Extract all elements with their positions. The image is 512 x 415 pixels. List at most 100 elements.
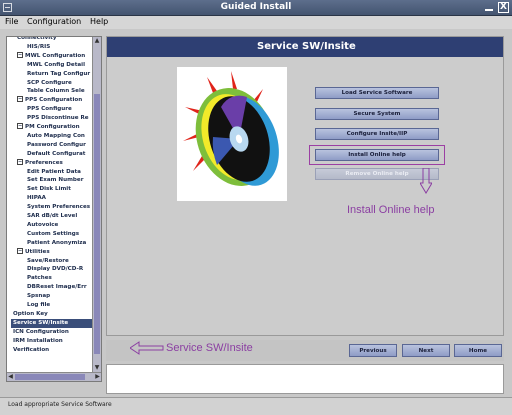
close-icon[interactable]: X: [498, 2, 509, 13]
tree-item[interactable]: PPS Configure: [27, 105, 72, 114]
tree-item[interactable]: PPS Discontinue Re: [27, 114, 89, 123]
tree-item[interactable]: Return Tag Configur: [27, 70, 90, 79]
tree-vertical-scrollbar[interactable]: ▲ ▼: [92, 37, 101, 372]
tree-item[interactable]: − MWL Configuration: [17, 51, 85, 61]
annotation-service-sw-insite: Service SW/Insite: [166, 342, 253, 354]
tree-item-selected[interactable]: Service SW/Insite: [11, 318, 93, 328]
tree-item-label: DBReset Image/Err: [27, 284, 87, 291]
tree-item-label: Custom Settings: [27, 230, 80, 237]
tree-item-label: Display DVD/CD-R: [27, 266, 84, 273]
cd-disc-icon: [183, 71, 279, 186]
tree-expander-icon[interactable]: −: [17, 51, 23, 58]
page-title: Service SW/Insite: [257, 41, 356, 52]
tree-item[interactable]: − PM Configuration: [17, 123, 80, 132]
tree-item-label: Default Configurat: [27, 150, 86, 157]
tree-item-label: PM Configuration: [25, 124, 80, 130]
tree-horizontal-scroll-thumb[interactable]: [15, 374, 85, 380]
tree-item[interactable]: Autovoice: [27, 221, 58, 230]
next-button[interactable]: Next: [402, 344, 450, 357]
menu-configuration[interactable]: Configuration: [27, 17, 81, 26]
tree-item[interactable]: Auto Mapping Con: [27, 132, 85, 141]
tree-item[interactable]: Option Key: [13, 310, 48, 319]
scroll-right-icon[interactable]: ▶: [94, 373, 101, 381]
tree-item-label: Preferences: [25, 159, 63, 166]
tree-item[interactable]: Verification: [13, 346, 49, 355]
install-help-highlight: [309, 145, 445, 165]
navigation-tree: Connectivity HIS/RIS − MWL Configuration MWL…: [9, 37, 93, 372]
tree-item-label: Edit Patient Data: [27, 168, 81, 175]
tree-expander-icon[interactable]: −: [17, 123, 23, 129]
tree-item[interactable]: System Preferences: [27, 203, 90, 212]
scroll-up-icon[interactable]: ▲: [94, 37, 100, 45]
tree-item[interactable]: SAR dB/dt Level: [27, 212, 77, 221]
menu-file[interactable]: File: [5, 17, 18, 26]
tree-expander-icon[interactable]: −: [17, 247, 23, 254]
tree-item[interactable]: Patches: [27, 274, 52, 283]
tree-item[interactable]: Password Configur: [27, 141, 86, 150]
tree-item[interactable]: Spsnap: [27, 292, 50, 301]
tree-item[interactable]: Patient Anonymiza: [27, 239, 86, 248]
status-bar: Load appropriate Service Software: [0, 397, 512, 415]
tree-item[interactable]: IRM Installation: [13, 337, 63, 346]
tree-item[interactable]: ICN Configuration: [13, 328, 69, 337]
tree-item-label: Save/Restore: [27, 257, 69, 264]
title-bar: Guided Install X: [0, 0, 512, 16]
message-area: [106, 364, 504, 394]
tree-item-label: Verification: [13, 346, 50, 353]
tree-item-label: SAR dB/dt Level: [27, 213, 78, 219]
menu-bar: File Configuration Help: [0, 16, 512, 29]
tree-item-label: PPS Configuration: [25, 97, 83, 104]
tree-item[interactable]: − PPS Configuration: [17, 96, 82, 105]
tree-item-label: Patches: [27, 275, 52, 282]
tree-item[interactable]: Save/Restore: [27, 257, 69, 266]
page-title-bar: Service SW/Insite: [107, 37, 503, 57]
load-service-software-button[interactable]: Load Service Software: [315, 87, 439, 99]
tree-item-label: System Preferences: [27, 204, 91, 211]
tree-expander-icon[interactable]: −: [17, 96, 23, 103]
tree-item[interactable]: HIS/RIS: [27, 43, 50, 52]
configure-insite-iip-button[interactable]: Configure Insite/IIP: [315, 128, 439, 140]
main-panel: Service SW/Insite Load Service Software …: [106, 36, 504, 336]
tree-item-label: HIS/RIS: [27, 43, 51, 50]
tree-item[interactable]: MWL Config Detail: [27, 61, 85, 70]
tree-item-label: Log file: [27, 302, 51, 308]
tree-item[interactable]: Log file: [27, 301, 50, 310]
scroll-left-icon[interactable]: ◀: [7, 373, 14, 381]
tree-item[interactable]: Set Disk Limit: [27, 185, 71, 194]
tree-expander-icon[interactable]: −: [17, 158, 23, 165]
tree-horizontal-scrollbar[interactable]: ◀ ▶: [7, 372, 101, 381]
tree-item[interactable]: DBReset Image/Err: [27, 283, 87, 292]
scroll-down-icon[interactable]: ▼: [94, 364, 100, 372]
previous-button[interactable]: Previous: [349, 344, 397, 357]
tree-vertical-scroll-thumb[interactable]: [94, 94, 100, 354]
tree-item[interactable]: Set Exam Number: [27, 176, 83, 185]
minimize-icon[interactable]: [485, 4, 493, 11]
tree-item-label: Set Disk Limit: [27, 186, 71, 193]
annotation-down-arrow-icon: [420, 168, 432, 194]
window-title: Guided Install: [220, 2, 292, 12]
menu-help[interactable]: Help: [90, 17, 108, 26]
tree-item[interactable]: − Utilities: [17, 247, 50, 257]
tree-item[interactable]: Custom Settings: [27, 230, 79, 239]
disc-illustration: [177, 67, 287, 201]
tree-item[interactable]: Display DVD/CD-R: [27, 265, 83, 274]
secure-system-button[interactable]: Secure System: [315, 108, 439, 120]
tree-item-label: IRM Installation: [13, 337, 63, 344]
tree-item-label: Service SW/Insite: [13, 319, 69, 326]
navigation-tree-panel: Connectivity HIS/RIS − MWL Configuration MWL…: [6, 36, 102, 382]
tree-item[interactable]: Table Column Sele: [27, 87, 85, 96]
tree-item-label: Autovoice: [27, 221, 59, 228]
tree-item-label: PPS Configure: [27, 106, 72, 113]
tree-item[interactable]: HIPAA: [27, 194, 46, 203]
home-button[interactable]: Home: [454, 344, 502, 357]
tree-item[interactable]: SCP Configure: [27, 79, 72, 88]
tree-item-label: ICN Configuration: [13, 328, 69, 335]
tree-item[interactable]: − Preferences: [17, 158, 63, 168]
tree-item[interactable]: Default Configurat: [27, 150, 85, 159]
tree-item-label: PPS Discontinue Re: [27, 115, 89, 122]
tree-item-label: Auto Mapping Con: [27, 132, 85, 139]
tree-item[interactable]: Edit Patient Data: [27, 168, 81, 177]
tree-item-label: Spsnap: [27, 293, 51, 300]
tree-item-label: Set Exam Number: [27, 177, 84, 184]
tree-item-label: HIPAA: [27, 195, 47, 202]
